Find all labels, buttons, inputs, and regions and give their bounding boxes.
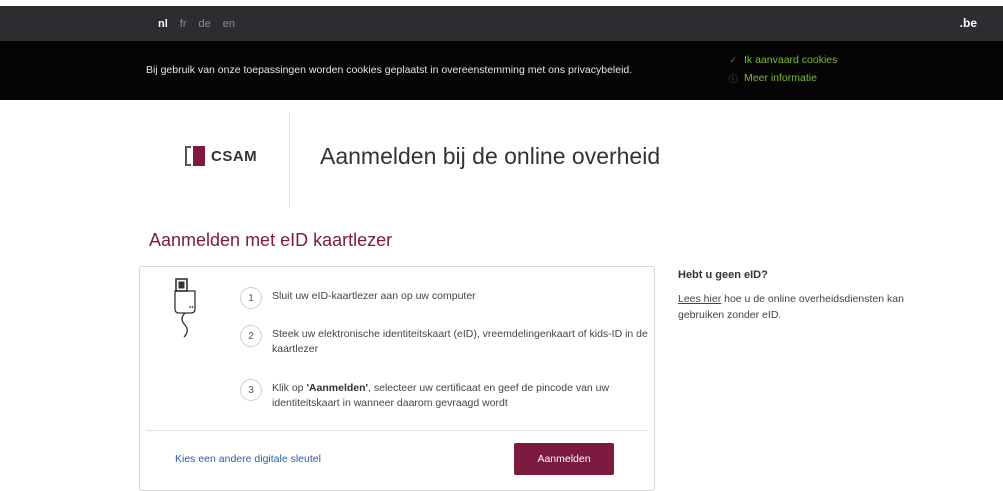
cookie-notice: Bij gebruik van onze toepassingen worden… — [146, 64, 633, 76]
step-text: Klik op 'Aanmelden', selecteer uw certif… — [272, 382, 610, 409]
language-bar: nl fr de en .be — [0, 6, 1003, 41]
no-eid-title: Hebt u geen eID? — [678, 269, 768, 281]
step-3: 3 Klik op 'Aanmelden', selecteer uw cert… — [240, 379, 662, 411]
be-logo[interactable]: .be — [960, 6, 977, 41]
check-icon: ✓ — [729, 54, 737, 65]
step-2: 2 Steek uw elektronische identiteitskaar… — [240, 325, 662, 357]
step-number: 1 — [240, 287, 262, 309]
step-bold-text: 'Aanmelden' — [306, 382, 369, 394]
csam-logo-mark — [185, 146, 207, 166]
lang-fr-link[interactable]: fr — [180, 18, 187, 30]
header-divider — [289, 112, 290, 208]
step-number: 3 — [240, 379, 262, 401]
step-text: Steek uw elektronische identiteitskaart … — [272, 328, 648, 355]
language-switcher: nl fr de en — [158, 6, 235, 41]
read-here-link[interactable]: Lees hier — [678, 293, 721, 305]
step-text: Sluit uw eID-kaartlezer aan op uw comput… — [272, 290, 476, 302]
section-title: Aanmelden met eID kaartlezer — [149, 230, 393, 250]
lang-en-link[interactable]: en — [223, 18, 235, 30]
lang-de-link[interactable]: de — [199, 18, 211, 30]
card-reader-icon — [174, 278, 196, 338]
csam-logo-text: CSAM — [211, 147, 258, 165]
csam-logo: CSAM — [185, 146, 257, 166]
eid-login-card: 1 Sluit uw eID-kaartlezer aan op uw comp… — [139, 266, 655, 491]
login-button[interactable]: Aanmelden — [514, 443, 614, 475]
cookie-actions: ✓ Ik aanvaard cookies ⓘ Meer informatie — [728, 51, 837, 87]
step-1: 1 Sluit uw eID-kaartlezer aan op uw comp… — [240, 287, 662, 309]
page-title: Aanmelden bij de online overheid — [320, 143, 661, 169]
no-eid-text: Lees hier hoe u de online overheidsdiens… — [678, 293, 904, 321]
cookie-banner: Bij gebruik van onze toepassingen worden… — [0, 41, 1003, 100]
lang-nl-link[interactable]: nl — [158, 18, 168, 30]
more-info-link[interactable]: ⓘ Meer informatie — [728, 69, 837, 87]
accept-cookies-label: Ik aanvaard cookies — [744, 54, 838, 66]
accept-cookies-link[interactable]: ✓ Ik aanvaard cookies — [728, 51, 837, 69]
alternate-key-link[interactable]: Kies een andere digitale sleutel — [175, 453, 321, 465]
more-info-label: Meer informatie — [744, 72, 817, 84]
step-number: 2 — [240, 325, 262, 347]
card-divider — [146, 430, 648, 431]
info-icon: ⓘ — [728, 73, 738, 84]
